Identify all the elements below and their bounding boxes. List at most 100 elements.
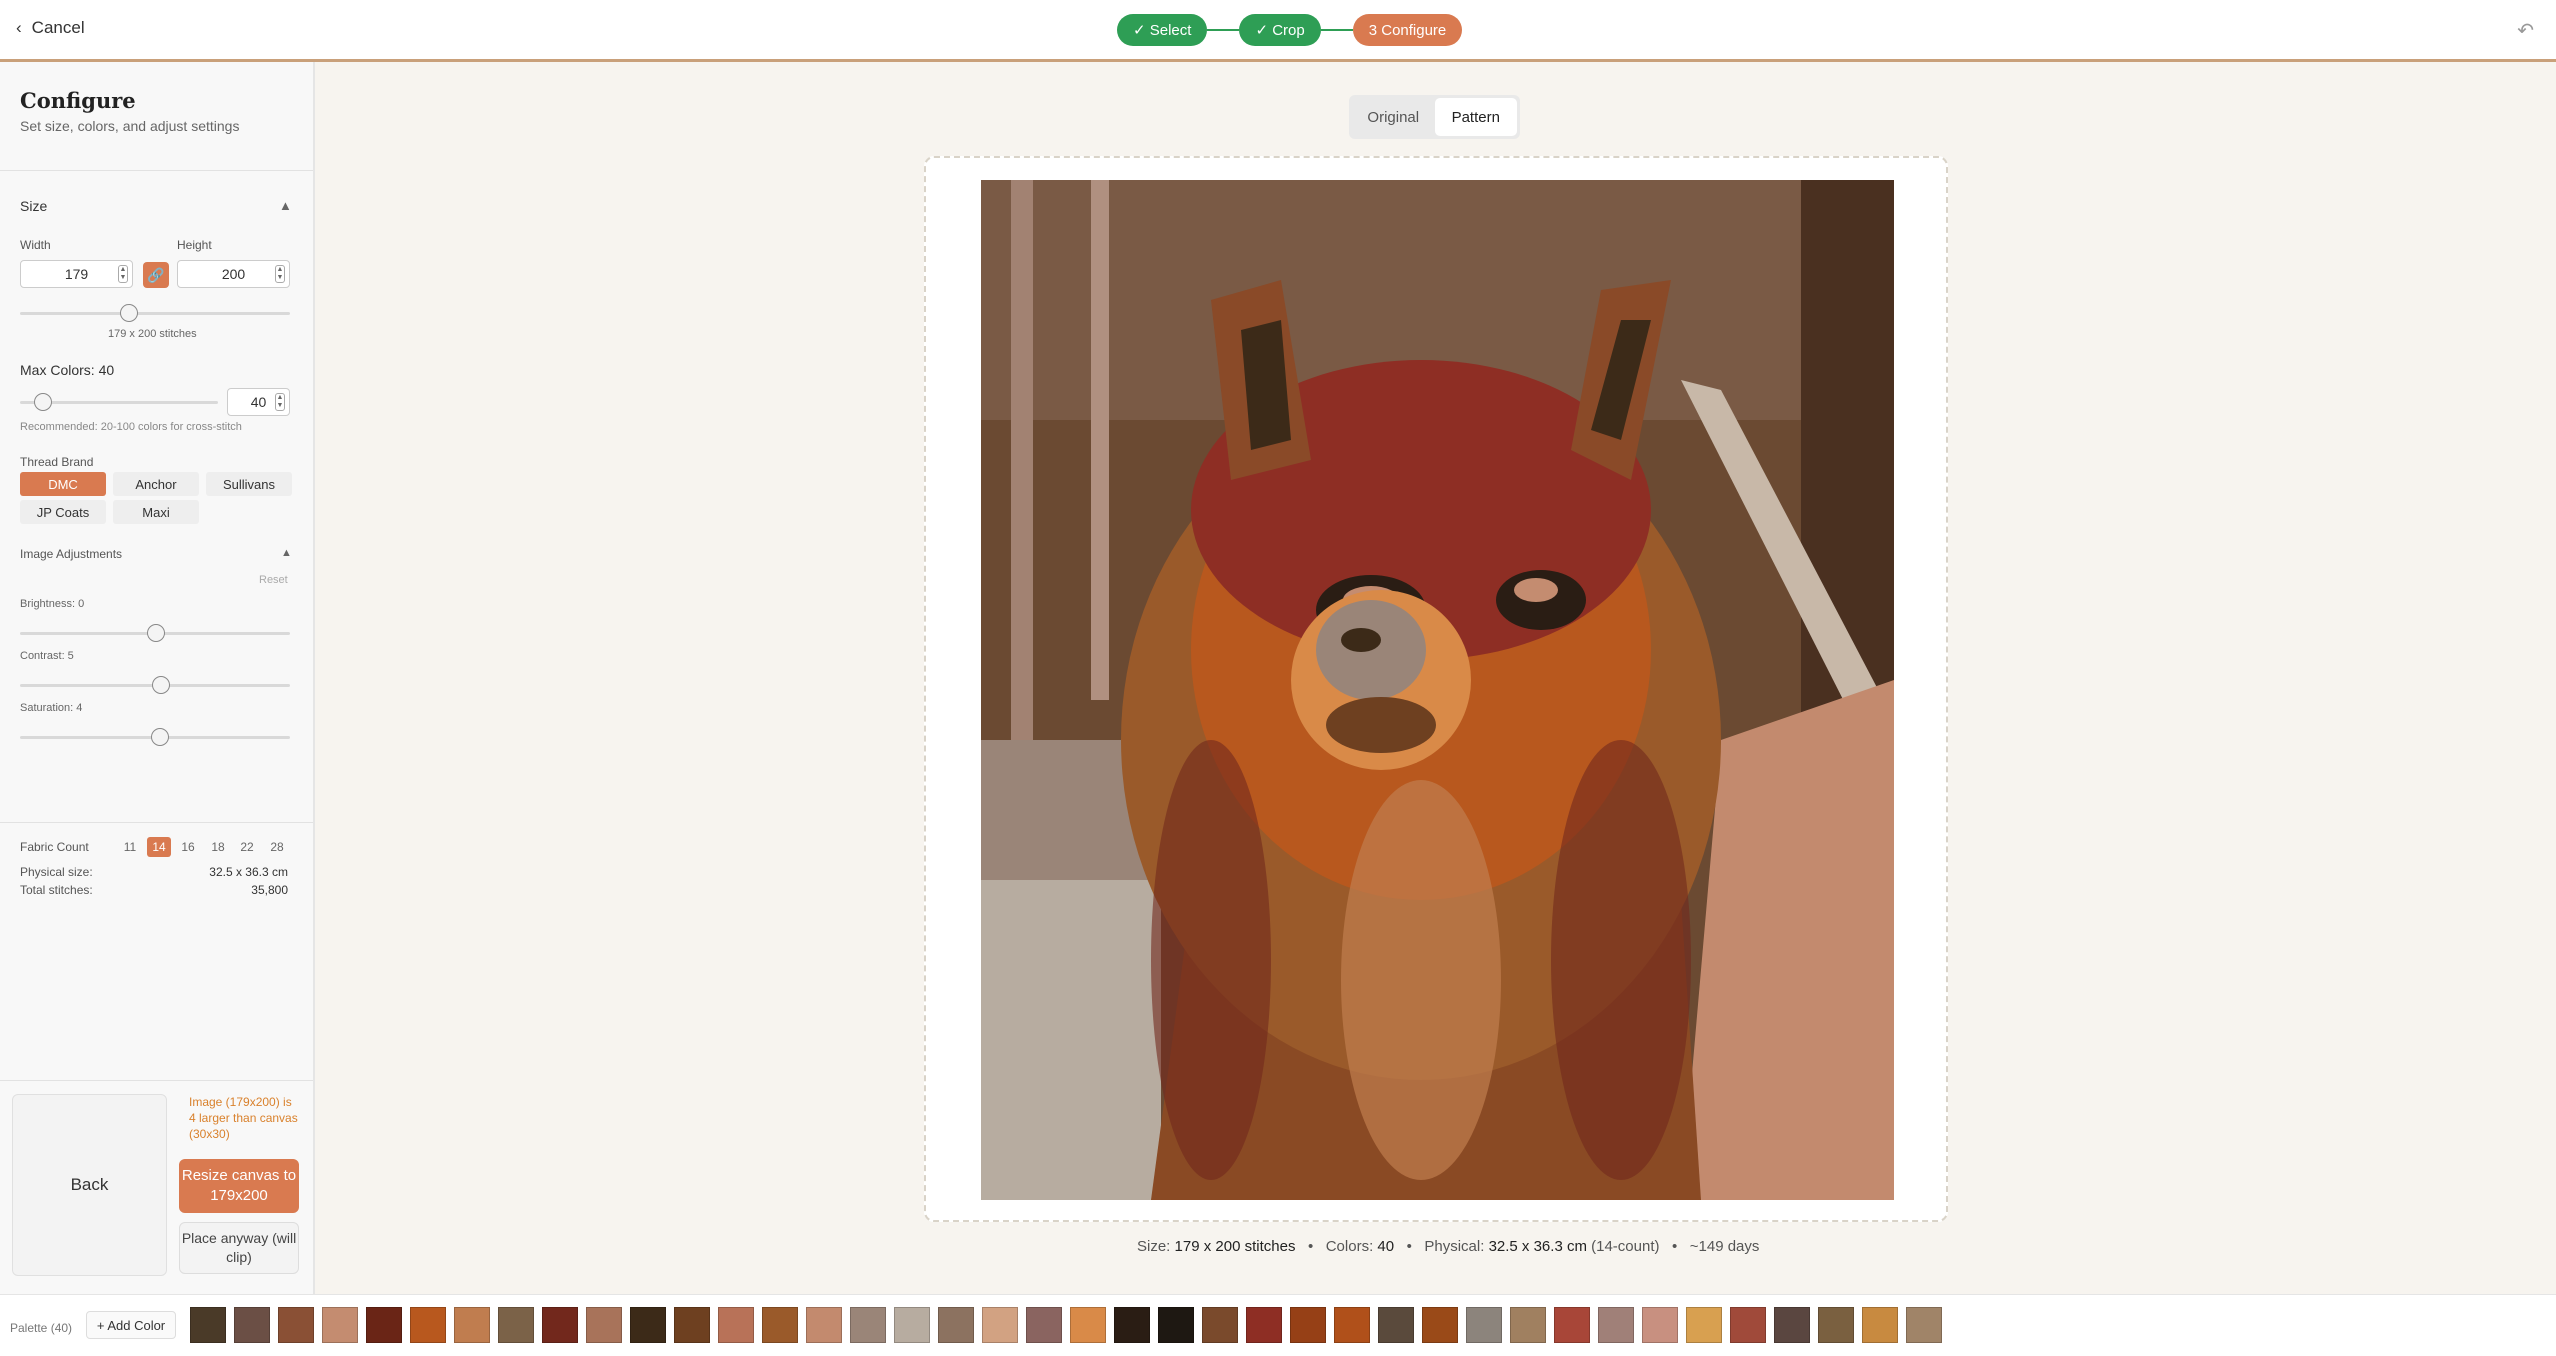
brand-maxi[interactable]: Maxi: [113, 500, 199, 524]
palette-swatch[interactable]: [1026, 1307, 1062, 1343]
palette-swatch[interactable]: [586, 1307, 622, 1343]
palette-swatch[interactable]: [1202, 1307, 1238, 1343]
palette-swatch[interactable]: [762, 1307, 798, 1343]
divider: [0, 1080, 313, 1081]
palette-swatch[interactable]: [674, 1307, 710, 1343]
canvas-area: [924, 156, 1948, 1222]
palette-swatch[interactable]: [718, 1307, 754, 1343]
physical-size-label: Physical size:: [20, 865, 93, 879]
size-heading[interactable]: Size: [20, 198, 47, 214]
total-stitches-value: 35,800: [251, 883, 288, 897]
reset-button[interactable]: Reset: [259, 574, 288, 586]
thread-brand-label: Thread Brand: [20, 455, 94, 469]
total-stitches-label: Total stitches:: [20, 883, 93, 897]
contrast-label: Contrast: 5: [20, 650, 74, 662]
palette-swatch[interactable]: [410, 1307, 446, 1343]
undo-icon[interactable]: ↶: [2517, 18, 2534, 43]
back-button[interactable]: Back: [12, 1094, 167, 1276]
contrast-slider-thumb[interactable]: [152, 676, 170, 694]
collapse-caret-icon[interactable]: ▲: [279, 198, 292, 213]
pattern-preview[interactable]: [981, 180, 1894, 1200]
palette-swatch[interactable]: [454, 1307, 490, 1343]
fabric-22[interactable]: 22: [235, 837, 259, 857]
divider: [0, 822, 313, 823]
palette-swatch[interactable]: [1554, 1307, 1590, 1343]
palette-swatch[interactable]: [1862, 1307, 1898, 1343]
palette-swatch[interactable]: [322, 1307, 358, 1343]
brand-sullivans[interactable]: Sullivans: [206, 472, 292, 496]
tab-pattern[interactable]: Pattern: [1434, 98, 1517, 136]
brand-anchor[interactable]: Anchor: [113, 472, 199, 496]
colors-input[interactable]: 40 ▲ ▼: [227, 388, 290, 416]
palette-swatch[interactable]: [850, 1307, 886, 1343]
palette-swatch[interactable]: [1334, 1307, 1370, 1343]
palette-swatch[interactable]: [806, 1307, 842, 1343]
brightness-slider-thumb[interactable]: [147, 624, 165, 642]
size-slider-thumb[interactable]: [120, 304, 138, 322]
step-configure[interactable]: 3 Configure: [1352, 14, 1463, 46]
height-stepper[interactable]: ▲ ▼: [275, 265, 285, 283]
palette-swatch[interactable]: [1730, 1307, 1766, 1343]
palette-swatch[interactable]: [894, 1307, 930, 1343]
tab-original[interactable]: Original: [1352, 98, 1435, 136]
palette-swatch[interactable]: [1114, 1307, 1150, 1343]
check-icon: ✓: [1255, 22, 1273, 39]
size-slider[interactable]: [20, 312, 290, 315]
divider: [0, 170, 313, 171]
palette-swatch[interactable]: [234, 1307, 270, 1343]
palette-swatch[interactable]: [1510, 1307, 1546, 1343]
fabric-28[interactable]: 28: [265, 837, 289, 857]
brand-dmc[interactable]: DMC: [20, 472, 106, 496]
palette-swatch[interactable]: [982, 1307, 1018, 1343]
brand-jp-coats[interactable]: JP Coats: [20, 500, 106, 524]
step-select[interactable]: ✓ Select: [1117, 14, 1208, 46]
palette-bar: Palette (40) + Add Color: [0, 1294, 2556, 1356]
palette-swatch[interactable]: [1818, 1307, 1854, 1343]
palette-swatch[interactable]: [630, 1307, 666, 1343]
palette-swatch[interactable]: [1466, 1307, 1502, 1343]
palette-swatch[interactable]: [1070, 1307, 1106, 1343]
colors-slider-thumb[interactable]: [34, 393, 52, 411]
fabric-14[interactable]: 14: [147, 837, 171, 857]
stepper: ✓ Select ✓ Crop 3 Configure: [1117, 14, 1463, 46]
palette-swatch[interactable]: [1774, 1307, 1810, 1343]
palette-swatch[interactable]: [542, 1307, 578, 1343]
palette-swatch[interactable]: [1686, 1307, 1722, 1343]
step-crop[interactable]: ✓ Crop: [1239, 14, 1321, 46]
pattern-stats: Size: 179 x 200 stitches • Colors: 40 • …: [1137, 1238, 1760, 1255]
image-adjustments-heading[interactable]: Image Adjustments: [20, 547, 122, 561]
fabric-18[interactable]: 18: [206, 837, 230, 857]
fabric-16[interactable]: 16: [176, 837, 200, 857]
width-stepper[interactable]: ▲ ▼: [118, 265, 128, 283]
physical-size-value: 32.5 x 36.3 cm: [209, 865, 288, 879]
place-anyway-button[interactable]: Place anyway (will clip): [179, 1222, 299, 1274]
palette-swatch[interactable]: [1290, 1307, 1326, 1343]
palette-swatch[interactable]: [498, 1307, 534, 1343]
width-input[interactable]: 179 ▲ ▼: [20, 260, 133, 288]
palette-swatch[interactable]: [1422, 1307, 1458, 1343]
fabric-11[interactable]: 11: [118, 837, 142, 857]
link-aspect-button[interactable]: 🔗: [143, 262, 169, 288]
height-label: Height: [177, 238, 212, 252]
palette-swatch[interactable]: [190, 1307, 226, 1343]
saturation-slider-thumb[interactable]: [151, 728, 169, 746]
cancel-button[interactable]: ‹ Cancel: [16, 18, 85, 38]
height-input[interactable]: 200 ▲ ▼: [177, 260, 290, 288]
resize-canvas-button[interactable]: Resize canvas to 179x200: [179, 1159, 299, 1213]
palette-label: Palette (40): [10, 1321, 73, 1335]
palette-swatch[interactable]: [1158, 1307, 1194, 1343]
palette-swatch[interactable]: [1642, 1307, 1678, 1343]
colors-stepper[interactable]: ▲ ▼: [275, 393, 285, 411]
step-connector: [1320, 29, 1353, 31]
step-connector: [1207, 29, 1240, 31]
palette-swatch[interactable]: [366, 1307, 402, 1343]
palette-swatch[interactable]: [1378, 1307, 1414, 1343]
palette-swatch[interactable]: [1246, 1307, 1282, 1343]
max-colors-label: Max Colors: 40: [20, 362, 115, 378]
add-color-button[interactable]: + Add Color: [86, 1311, 176, 1339]
palette-swatch[interactable]: [278, 1307, 314, 1343]
palette-swatch[interactable]: [1598, 1307, 1634, 1343]
palette-swatch[interactable]: [938, 1307, 974, 1343]
palette-swatch[interactable]: [1906, 1307, 1942, 1343]
collapse-caret-icon[interactable]: ▲: [281, 547, 292, 559]
